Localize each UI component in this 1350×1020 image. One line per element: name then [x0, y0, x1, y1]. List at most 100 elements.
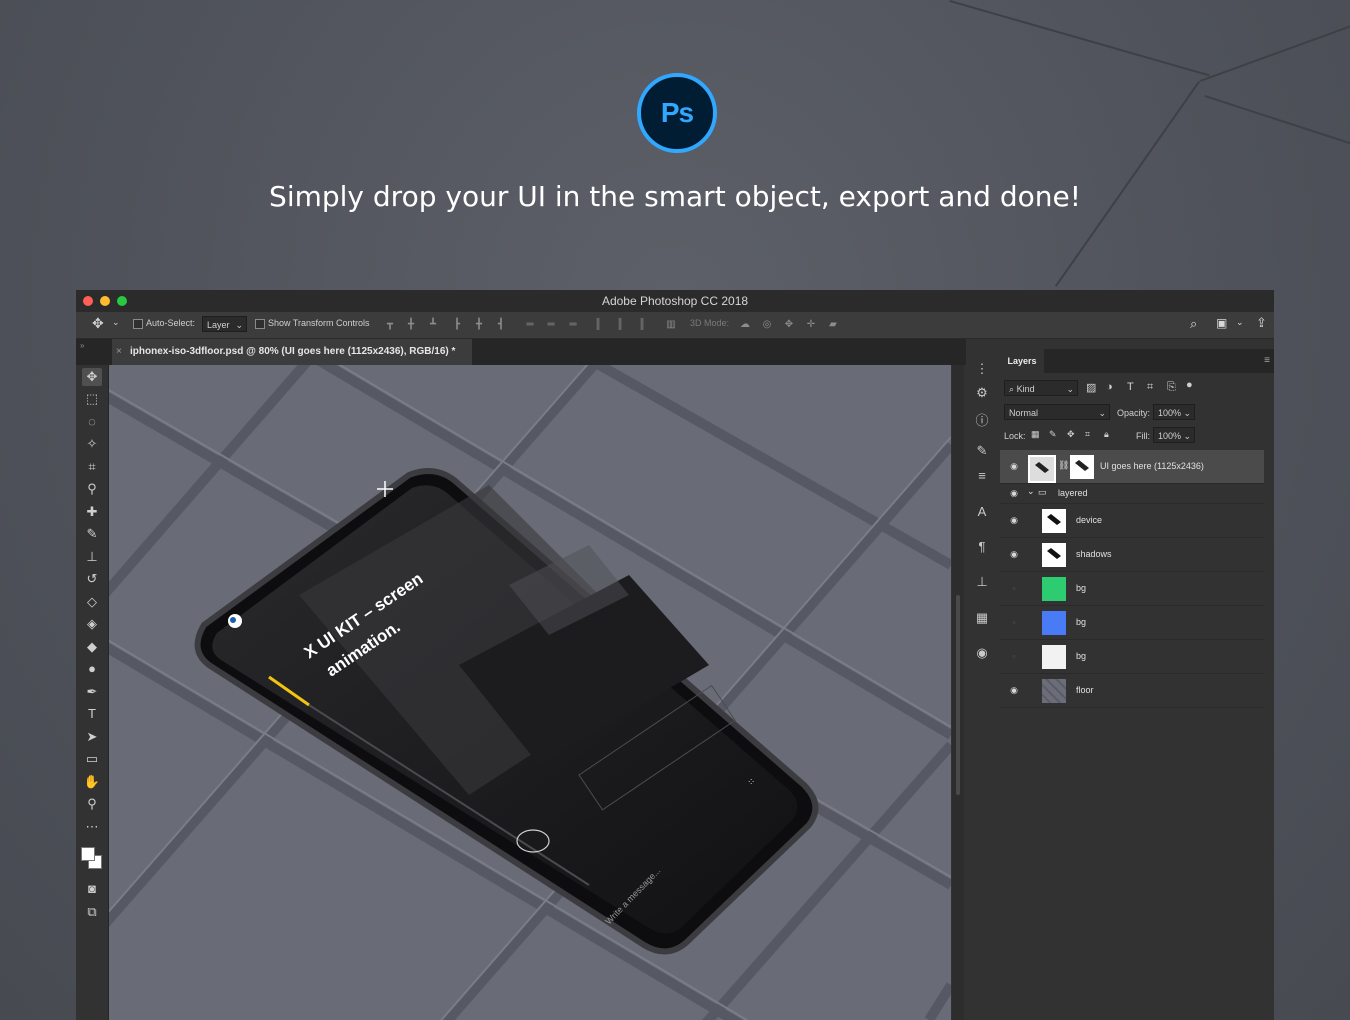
filter-smart-object-icon[interactable]: ⎘ — [1167, 381, 1176, 394]
align-top-icon[interactable]: ┳ — [385, 319, 395, 330]
layer-row[interactable]: ▫ bg — [1000, 572, 1264, 606]
align-left-icon[interactable]: ┣ — [452, 319, 462, 330]
stamp-tool-icon[interactable]: ⊥ — [82, 548, 102, 566]
align-vcenter-icon[interactable]: ╋ — [406, 319, 416, 330]
filter-kind-dropdown[interactable]: ⌕ Kind ⌄ — [1004, 380, 1078, 396]
eye-icon[interactable]: ◉ — [1008, 460, 1020, 472]
rectangle-tool-icon[interactable]: ▭ — [82, 750, 102, 768]
show-transform-checkbox[interactable]: Show Transform Controls — [255, 318, 370, 329]
cloud-libraries-icon[interactable]: ◉ — [974, 645, 990, 663]
brush-tool-icon[interactable]: ✎ — [82, 525, 102, 543]
hidden-eye-icon[interactable]: ▫ — [1008, 616, 1020, 628]
lock-pixels-icon[interactable]: ✎ — [1049, 429, 1057, 440]
more-tools-icon[interactable]: ⋯ — [82, 818, 102, 836]
marquee-tool-icon[interactable]: ⬚ — [82, 390, 102, 408]
paint-bucket-icon[interactable]: ◈ — [82, 615, 102, 633]
blur-tool-icon[interactable]: ◆ — [82, 638, 102, 656]
move-tool-icon[interactable]: ✥ — [82, 368, 102, 386]
eyedropper-icon[interactable]: ⚲ — [82, 480, 102, 498]
hidden-eye-icon[interactable]: ▫ — [1008, 582, 1020, 594]
chevron-down-icon[interactable]: ⌄ — [1027, 486, 1035, 497]
eye-icon[interactable]: ◉ — [1008, 487, 1020, 499]
quick-mask-icon[interactable]: ◙ — [82, 880, 102, 898]
fill-field[interactable]: 100% ⌄ — [1153, 427, 1195, 443]
adjustments-icon[interactable]: ≡ — [974, 468, 990, 486]
3d-slide-icon[interactable]: ✛ — [806, 319, 816, 330]
3d-rotate-icon[interactable]: ☁ — [740, 319, 750, 330]
chevron-down-icon[interactable]: ⌄ — [112, 317, 120, 328]
brush-presets-icon[interactable]: ✎ — [974, 443, 990, 461]
layer-row[interactable]: ▫ bg — [1000, 606, 1264, 640]
grid-panel-icon[interactable]: ▦ — [974, 610, 990, 628]
healing-brush-icon[interactable]: ✚ — [82, 503, 102, 521]
lasso-tool-icon[interactable]: ◌ — [82, 413, 102, 431]
tab-layers[interactable]: Layers — [1000, 349, 1044, 373]
hidden-eye-icon[interactable]: ▫ — [1008, 650, 1020, 662]
type-tool-icon[interactable]: T — [82, 705, 102, 723]
panel-menu-icon[interactable]: ≡ — [1264, 355, 1270, 366]
stamp-panel-icon[interactable]: ⊥ — [974, 574, 990, 592]
distribute-top-icon[interactable]: ═ — [525, 319, 535, 330]
auto-select-checkbox[interactable]: Auto-Select: — [133, 318, 195, 329]
document-canvas[interactable]: ⁘ X UI KIT – screen animation. Write a m… — [109, 365, 951, 1020]
eye-icon[interactable]: ◉ — [1008, 514, 1020, 526]
hand-tool-icon[interactable]: ✋ — [82, 773, 102, 791]
chevron-down-icon[interactable]: ⌄ — [1236, 317, 1244, 328]
eraser-tool-icon[interactable]: ◇ — [82, 593, 102, 611]
filter-toggle-icon[interactable]: ● — [1186, 379, 1193, 391]
foreground-color-swatch[interactable] — [81, 847, 95, 861]
distribute-right-icon[interactable]: ║ — [637, 319, 647, 330]
properties-panel-icon[interactable]: ⚙ — [974, 385, 990, 403]
workspace-icon[interactable]: ▣ — [1216, 316, 1227, 330]
layer-group-row[interactable]: ◉ ⌄ ▭ layered — [1000, 484, 1264, 504]
align-right-icon[interactable]: ┫ — [496, 319, 506, 330]
lock-transparency-icon[interactable]: ▦ — [1031, 429, 1040, 440]
history-panel-icon[interactable]: ⋮ — [974, 361, 990, 379]
history-brush-icon[interactable]: ↺ — [82, 570, 102, 588]
pen-tool-icon[interactable]: ✒ — [82, 683, 102, 701]
filter-pixel-icon[interactable]: ▨ — [1086, 381, 1096, 394]
3d-roll-icon[interactable]: ◎ — [762, 319, 772, 330]
3d-camera-icon[interactable]: ▰ — [828, 319, 838, 330]
zoom-tool-icon[interactable]: ⚲ — [82, 795, 102, 813]
align-bottom-icon[interactable]: ┻ — [428, 319, 438, 330]
character-panel-icon[interactable]: A — [974, 504, 990, 522]
distribute-left-icon[interactable]: ║ — [593, 319, 603, 330]
layer-row[interactable]: ▫ bg — [1000, 640, 1264, 674]
document-tab[interactable]: × iphonex-iso-3dfloor.psd @ 80% (UI goes… — [112, 339, 472, 365]
layer-row[interactable]: ◉ ⛓ UI goes here (1125x2436) — [1000, 450, 1264, 484]
close-tab-icon[interactable]: × — [116, 339, 122, 365]
auto-align-icon[interactable]: ▥ — [666, 319, 676, 330]
distribute-hcenter-icon[interactable]: ║ — [615, 319, 625, 330]
layer-row[interactable]: ◉ shadows — [1000, 538, 1264, 572]
blend-mode-dropdown[interactable]: Normal ⌄ — [1004, 404, 1110, 420]
move-tool-icon[interactable]: ✥ — [92, 315, 104, 332]
canvas-scrollbar[interactable] — [952, 365, 964, 1020]
lock-position-icon[interactable]: ✥ — [1067, 429, 1075, 440]
3d-drag-icon[interactable]: ✥ — [784, 319, 794, 330]
layer-row[interactable]: ◉ floor — [1000, 674, 1264, 708]
collapse-icon[interactable]: » — [80, 341, 84, 350]
auto-select-dropdown[interactable]: Layer ⌄ — [202, 316, 247, 332]
dodge-tool-icon[interactable]: ● — [82, 660, 102, 678]
distribute-vcenter-icon[interactable]: ═ — [546, 319, 556, 330]
align-hcenter-icon[interactable]: ╋ — [474, 319, 484, 330]
lock-artboard-icon[interactable]: ⌗ — [1085, 429, 1090, 440]
layer-row[interactable]: ◉ device — [1000, 504, 1264, 538]
lock-all-icon[interactable]: 🔒︎ — [1104, 429, 1109, 440]
paragraph-panel-icon[interactable]: ¶ — [974, 539, 990, 557]
filter-adjustment-icon[interactable]: ◑ — [1106, 381, 1113, 393]
eye-icon[interactable]: ◉ — [1008, 684, 1020, 696]
eye-icon[interactable]: ◉ — [1008, 548, 1020, 560]
search-icon[interactable]: ⌕ — [1190, 316, 1197, 332]
info-panel-icon[interactable]: ⓘ — [974, 410, 990, 428]
crop-tool-icon[interactable]: ⌗ — [82, 458, 102, 476]
screen-mode-icon[interactable]: ⧉ — [82, 903, 102, 921]
filter-type-icon[interactable]: T — [1127, 381, 1134, 393]
share-icon[interactable]: ⇪ — [1256, 315, 1267, 331]
filter-shape-icon[interactable]: ⌗ — [1147, 381, 1153, 394]
opacity-field[interactable]: 100% ⌄ — [1153, 404, 1195, 420]
path-select-icon[interactable]: ➤ — [82, 728, 102, 746]
distribute-bottom-icon[interactable]: ═ — [568, 319, 578, 330]
magic-wand-icon[interactable]: ✧ — [82, 435, 102, 453]
